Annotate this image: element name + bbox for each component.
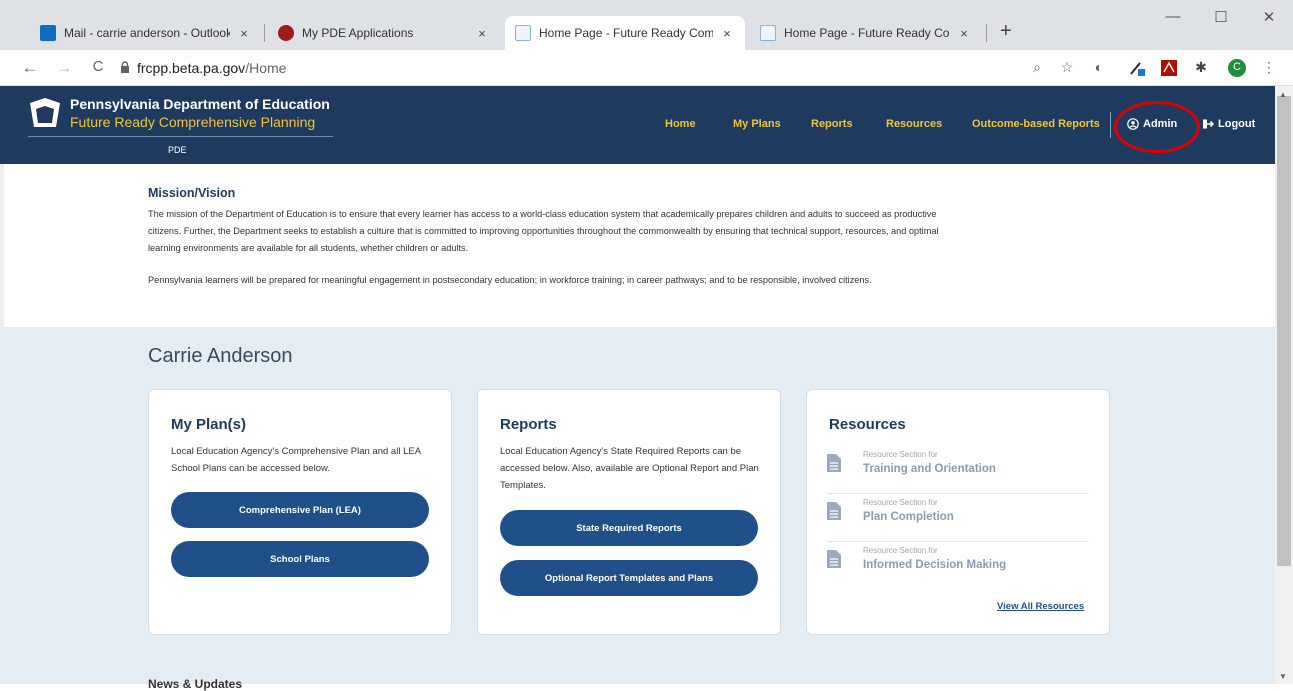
page-icon (760, 25, 776, 41)
bookmark-star-icon[interactable]: ☆ (1058, 59, 1076, 77)
logout-label: Logout (1218, 118, 1256, 130)
header-divider (28, 136, 333, 137)
pdf-extension-icon[interactable] (1160, 59, 1178, 77)
resource-item[interactable]: Resource Section for Training and Orient… (827, 448, 1089, 494)
tab-close-icon[interactable]: × (719, 26, 735, 41)
pde-label: PDE (168, 145, 187, 155)
browser-tab-home-active[interactable]: Home Page - Future Ready Comp × (505, 16, 745, 50)
tab-close-icon[interactable]: × (956, 26, 972, 41)
resource-subtitle: Resource Section for (863, 546, 938, 555)
state-required-reports-button[interactable]: State Required Reports (500, 510, 758, 546)
tab-label: Home Page - Future Ready Comp (784, 26, 950, 40)
browser-tab-pde-apps[interactable]: My PDE Applications × (268, 16, 500, 50)
resource-subtitle: Resource Section for (863, 450, 938, 459)
outlook-icon (40, 25, 56, 41)
annotation-circle (1114, 101, 1200, 153)
minimize-button[interactable]: — (1158, 8, 1188, 25)
card-title: Reports (500, 416, 557, 433)
pde-icon (278, 25, 294, 41)
news-heading: News & Updates (148, 677, 243, 691)
app-name: Future Ready Comprehensive Planning (70, 114, 316, 130)
logout-icon (1203, 119, 1214, 129)
maximize-button[interactable]: ☐ (1206, 8, 1236, 26)
resource-title: Informed Decision Making (863, 559, 1007, 571)
resource-item[interactable]: Resource Section for Plan Completion (827, 496, 1089, 542)
school-plans-button[interactable]: School Plans (171, 541, 429, 577)
card-description: Local Education Agency's Comprehensive P… (171, 446, 421, 474)
tab-label: Home Page - Future Ready Comp (539, 26, 713, 40)
url-field[interactable]: frcpp.beta.pa.gov/Home (137, 60, 286, 76)
reports-card: Reports Local Education Agency's State R… (477, 389, 781, 635)
user-name-heading: Carrie Anderson (148, 345, 293, 367)
tab-close-icon[interactable]: × (474, 26, 490, 41)
extension-pen-icon[interactable] (1128, 59, 1146, 77)
card-title: My Plan(s) (171, 416, 247, 433)
card-description: Local Education Agency's State Required … (500, 446, 759, 491)
resource-subtitle: Resource Section for (863, 498, 938, 507)
dashboard-area: Carrie Anderson My Plan(s) Local Educati… (0, 327, 1275, 691)
zoom-icon[interactable]: ⌕ (1028, 59, 1046, 77)
resources-card: Resources Resource Section for Training … (806, 389, 1110, 635)
browser-tab-bar: Mail - carrie anderson - Outlook × My PD… (0, 0, 1293, 50)
browser-menu-icon[interactable]: ⋮ (1260, 59, 1278, 77)
document-icon (827, 454, 841, 472)
tab-separator (264, 24, 265, 42)
new-tab-button[interactable]: + (1000, 20, 1012, 43)
resource-title: Plan Completion (863, 511, 954, 523)
mission-section: Mission/Vision The mission of the Depart… (0, 164, 1275, 327)
my-plans-card: My Plan(s) Local Education Agency's Comp… (148, 389, 452, 635)
nav-separator (1110, 112, 1111, 138)
scroll-up-icon[interactable]: ▲ (1279, 90, 1287, 99)
close-window-button[interactable]: ✕ (1254, 8, 1284, 26)
vision-paragraph: Pennsylvania learners will be prepared f… (148, 275, 872, 285)
document-icon (827, 550, 841, 568)
card-title: Resources (829, 416, 906, 433)
profile-initial: C (1233, 61, 1241, 73)
comprehensive-plan-button[interactable]: Comprehensive Plan (LEA) (171, 492, 429, 528)
extension-circle-icon[interactable]: ◐ (1090, 59, 1108, 77)
extensions-puzzle-icon[interactable]: ✱ (1192, 59, 1210, 77)
document-icon (827, 502, 841, 520)
address-bar: ← → C frcpp.beta.pa.gov/Home ⌕ ☆ ◐ ✱ C ⋮ (0, 50, 1293, 86)
forward-button[interactable]: → (54, 58, 74, 78)
nav-outcome-based-reports[interactable]: Outcome-based Reports (972, 118, 1100, 130)
nav-my-plans[interactable]: My Plans (733, 118, 781, 130)
tab-close-icon[interactable]: × (236, 26, 252, 41)
browser-tab-outlook[interactable]: Mail - carrie anderson - Outlook × (30, 16, 262, 50)
keystone-logo (30, 98, 60, 127)
tab-label: My PDE Applications (302, 26, 414, 40)
url-host: frcpp.beta.pa.gov (137, 60, 246, 76)
url-path: /Home (245, 60, 287, 76)
browser-tab-home[interactable]: Home Page - Future Ready Comp × (750, 16, 982, 50)
view-all-resources-link[interactable]: View All Resources (997, 601, 1084, 612)
nav-resources[interactable]: Resources (886, 118, 942, 130)
reload-button[interactable]: C (88, 58, 108, 75)
scrollbar-thumb[interactable] (1277, 96, 1291, 566)
optional-templates-button[interactable]: Optional Report Templates and Plans (500, 560, 758, 596)
back-button[interactable]: ← (20, 58, 40, 78)
mission-title: Mission/Vision (148, 186, 236, 200)
page-icon (515, 25, 531, 41)
resource-item[interactable]: Resource Section for Informed Decision M… (827, 544, 1089, 590)
tab-separator (986, 24, 987, 42)
nav-logout[interactable]: Logout (1202, 118, 1255, 130)
lock-icon (121, 61, 129, 73)
tab-label: Mail - carrie anderson - Outlook (64, 26, 230, 40)
resource-title: Training and Orientation (863, 463, 996, 475)
nav-home[interactable]: Home (665, 118, 696, 130)
nav-reports[interactable]: Reports (811, 118, 853, 130)
scroll-down-icon[interactable]: ▼ (1279, 672, 1287, 681)
mission-paragraph: The mission of the Department of Educati… (148, 209, 939, 253)
site-header: Pennsylvania Department of Education Fut… (0, 86, 1275, 164)
org-name: Pennsylvania Department of Education (70, 96, 330, 112)
